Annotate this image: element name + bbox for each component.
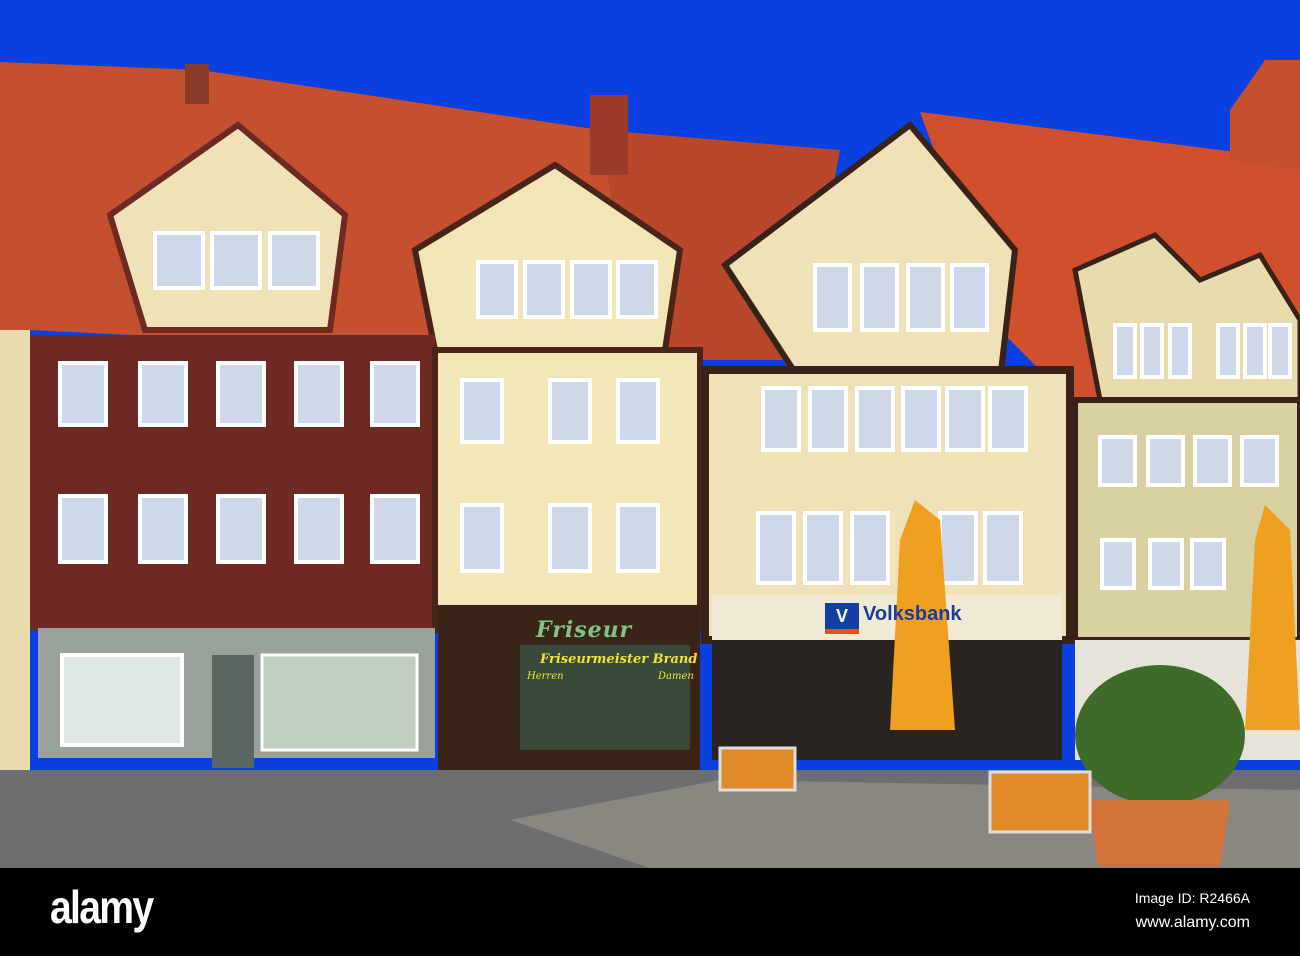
bank-entrance — [712, 640, 1062, 760]
window — [938, 511, 978, 585]
window — [756, 511, 796, 585]
window — [138, 494, 188, 564]
window — [945, 386, 985, 452]
image-id: Image ID: R2466A — [1134, 890, 1250, 906]
window — [860, 263, 899, 332]
window — [813, 263, 852, 332]
window — [1113, 323, 1137, 379]
window — [616, 503, 660, 573]
window — [1140, 323, 1164, 379]
window — [1216, 323, 1240, 379]
shop-window — [260, 653, 419, 752]
window — [983, 511, 1023, 585]
window — [803, 511, 843, 585]
window — [855, 386, 895, 452]
window — [761, 386, 801, 452]
watermark-bar — [0, 868, 1300, 956]
friseur-sign: Friseur — [536, 617, 633, 643]
volksbank-logo: V — [825, 603, 859, 634]
shop-door — [212, 655, 254, 768]
shop-window — [60, 653, 184, 747]
window — [1193, 435, 1232, 487]
cafe-barrier — [718, 746, 797, 792]
window — [988, 386, 1028, 452]
window — [460, 503, 504, 573]
window — [1168, 323, 1192, 379]
volksbank-sign: Volksbank — [863, 603, 962, 625]
window — [616, 378, 660, 444]
damen-sign: Damen — [658, 671, 694, 682]
window — [138, 361, 188, 427]
alamy-url: www.alamy.com — [1135, 914, 1250, 931]
window — [1148, 538, 1184, 590]
window — [153, 231, 205, 290]
window — [1146, 435, 1185, 487]
window — [370, 494, 420, 564]
window — [58, 361, 108, 427]
window — [523, 260, 565, 319]
window — [906, 263, 945, 332]
window — [216, 361, 266, 427]
chimney — [185, 64, 209, 104]
window — [294, 494, 344, 564]
window — [808, 386, 848, 452]
window — [1240, 435, 1279, 487]
window — [850, 511, 890, 585]
window — [460, 378, 504, 444]
friseurmeister-sign: Friseurmeister Brand — [540, 652, 698, 667]
street-scene-photo — [0, 0, 1300, 868]
window — [476, 260, 518, 319]
alamy-logo: alamy — [50, 881, 154, 933]
window — [210, 231, 262, 290]
window — [216, 494, 266, 564]
window — [294, 361, 344, 427]
window — [370, 361, 420, 427]
chimney — [590, 95, 628, 175]
window — [1098, 435, 1137, 487]
window — [268, 231, 320, 290]
window — [901, 386, 941, 452]
window — [570, 260, 612, 319]
window — [1100, 538, 1136, 590]
window — [950, 263, 989, 332]
window — [616, 260, 658, 319]
window — [1190, 538, 1226, 590]
flower-pot — [1088, 800, 1230, 866]
facade-left-edge — [0, 330, 30, 780]
window — [548, 503, 592, 573]
window — [1243, 323, 1267, 379]
window — [58, 494, 108, 564]
plant — [1075, 665, 1245, 805]
cafe-barrier — [988, 770, 1092, 834]
herren-sign: Herren — [527, 671, 564, 682]
window — [1268, 323, 1292, 379]
window — [548, 378, 592, 444]
